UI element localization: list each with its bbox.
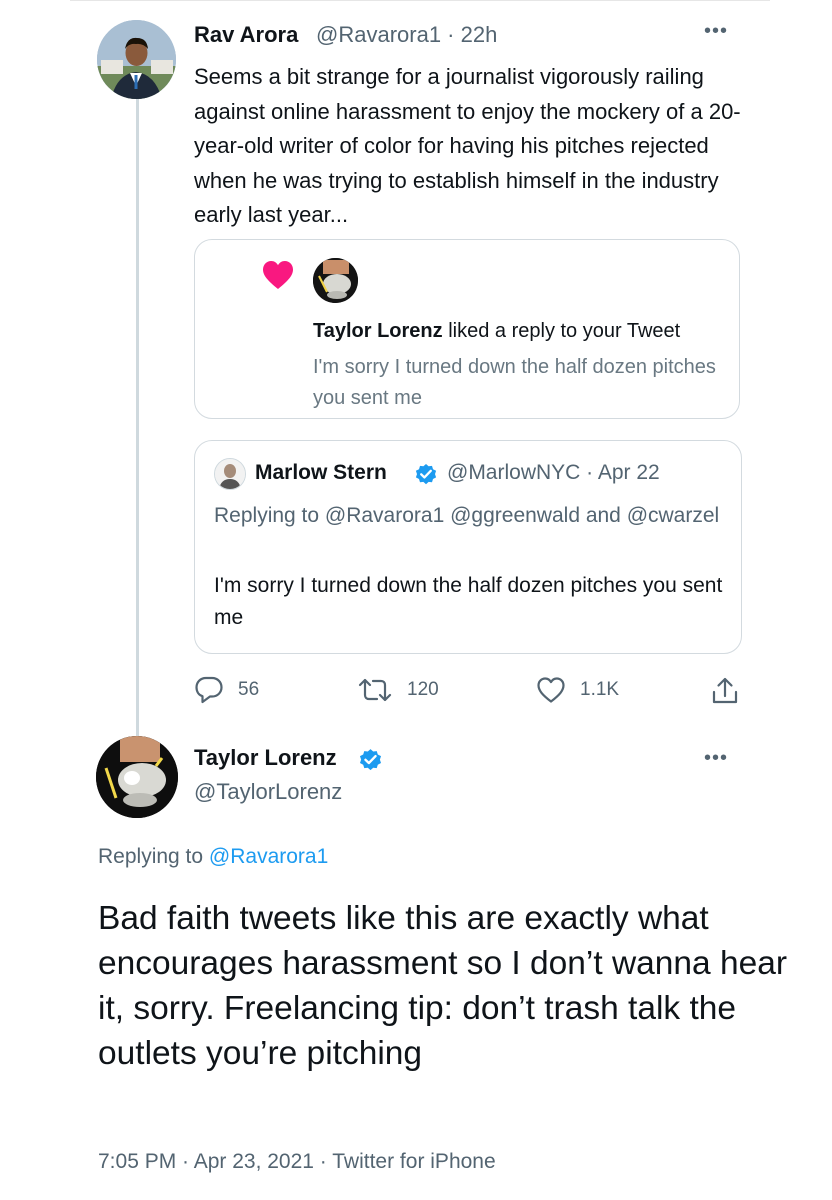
notification-actor: Taylor Lorenz: [313, 320, 443, 342]
tweet2-timestamp-source[interactable]: 7:05 PM · Apr 23, 2021 · Twitter for iPh…: [98, 1150, 496, 1174]
like-count: 1.1K: [580, 679, 620, 700]
more-icon[interactable]: •••: [704, 20, 728, 43]
reply-count: 56: [238, 679, 260, 700]
quoted-replying-to: Replying to @Ravarora1 @ggreenwald and @…: [214, 504, 720, 527]
retweet-button[interactable]: 120: [357, 676, 439, 704]
verified-badge-icon: [414, 462, 438, 491]
share-icon: [712, 677, 738, 704]
tweet2-replying-to: Replying to @Ravarora1: [98, 845, 328, 869]
tweet1-author-name[interactable]: Rav Arora: [194, 22, 298, 48]
quoted-tweet-text: I'm sorry I turned down the half dozen p…: [214, 574, 723, 629]
tweet2-author-name[interactable]: Taylor Lorenz: [194, 745, 337, 771]
avatar-taylor-lorenz[interactable]: [96, 736, 178, 818]
like-button[interactable]: 1.1K: [536, 676, 619, 704]
quoted-handle-date: @MarlowNYC · Apr 22: [447, 461, 660, 484]
replying-to-mention-link[interactable]: @Ravarora1: [209, 845, 328, 868]
thread-connector-line: [136, 98, 139, 736]
top-divider: [70, 0, 770, 1]
retweet-count: 120: [407, 679, 439, 700]
share-button[interactable]: [710, 676, 740, 706]
notification-avatar: [313, 258, 358, 303]
heart-icon: [262, 260, 294, 295]
tweet2-text: Bad faith tweets like this are exactly w…: [98, 900, 788, 1072]
notification-text: I'm sorry I turned down the half dozen p…: [313, 356, 716, 409]
like-icon: [537, 677, 565, 703]
retweet-icon: [358, 678, 392, 702]
reply-button[interactable]: 56: [194, 676, 259, 704]
verified-badge-icon: [358, 747, 383, 777]
notification-title: Taylor Lorenz liked a reply to your Twee…: [313, 320, 680, 343]
tweet1-handle-time[interactable]: @Ravarora1 · 22h: [316, 22, 497, 48]
replying-to-label: Replying to: [98, 845, 209, 868]
quoted-author-avatar: [214, 458, 246, 490]
avatar-rav-arora[interactable]: [97, 20, 176, 99]
reply-icon: [195, 676, 223, 704]
more-icon[interactable]: •••: [704, 747, 728, 770]
notification-action: liked a reply to your Tweet: [448, 320, 681, 342]
tweet2-handle[interactable]: @TaylorLorenz: [194, 779, 342, 805]
tweet1-text: Seems a bit strange for a journalist vig…: [194, 64, 741, 227]
quoted-author-name: Marlow Stern: [255, 461, 387, 484]
avatar-photo-icon: [97, 20, 176, 99]
avatar-photo-icon: [96, 736, 178, 818]
